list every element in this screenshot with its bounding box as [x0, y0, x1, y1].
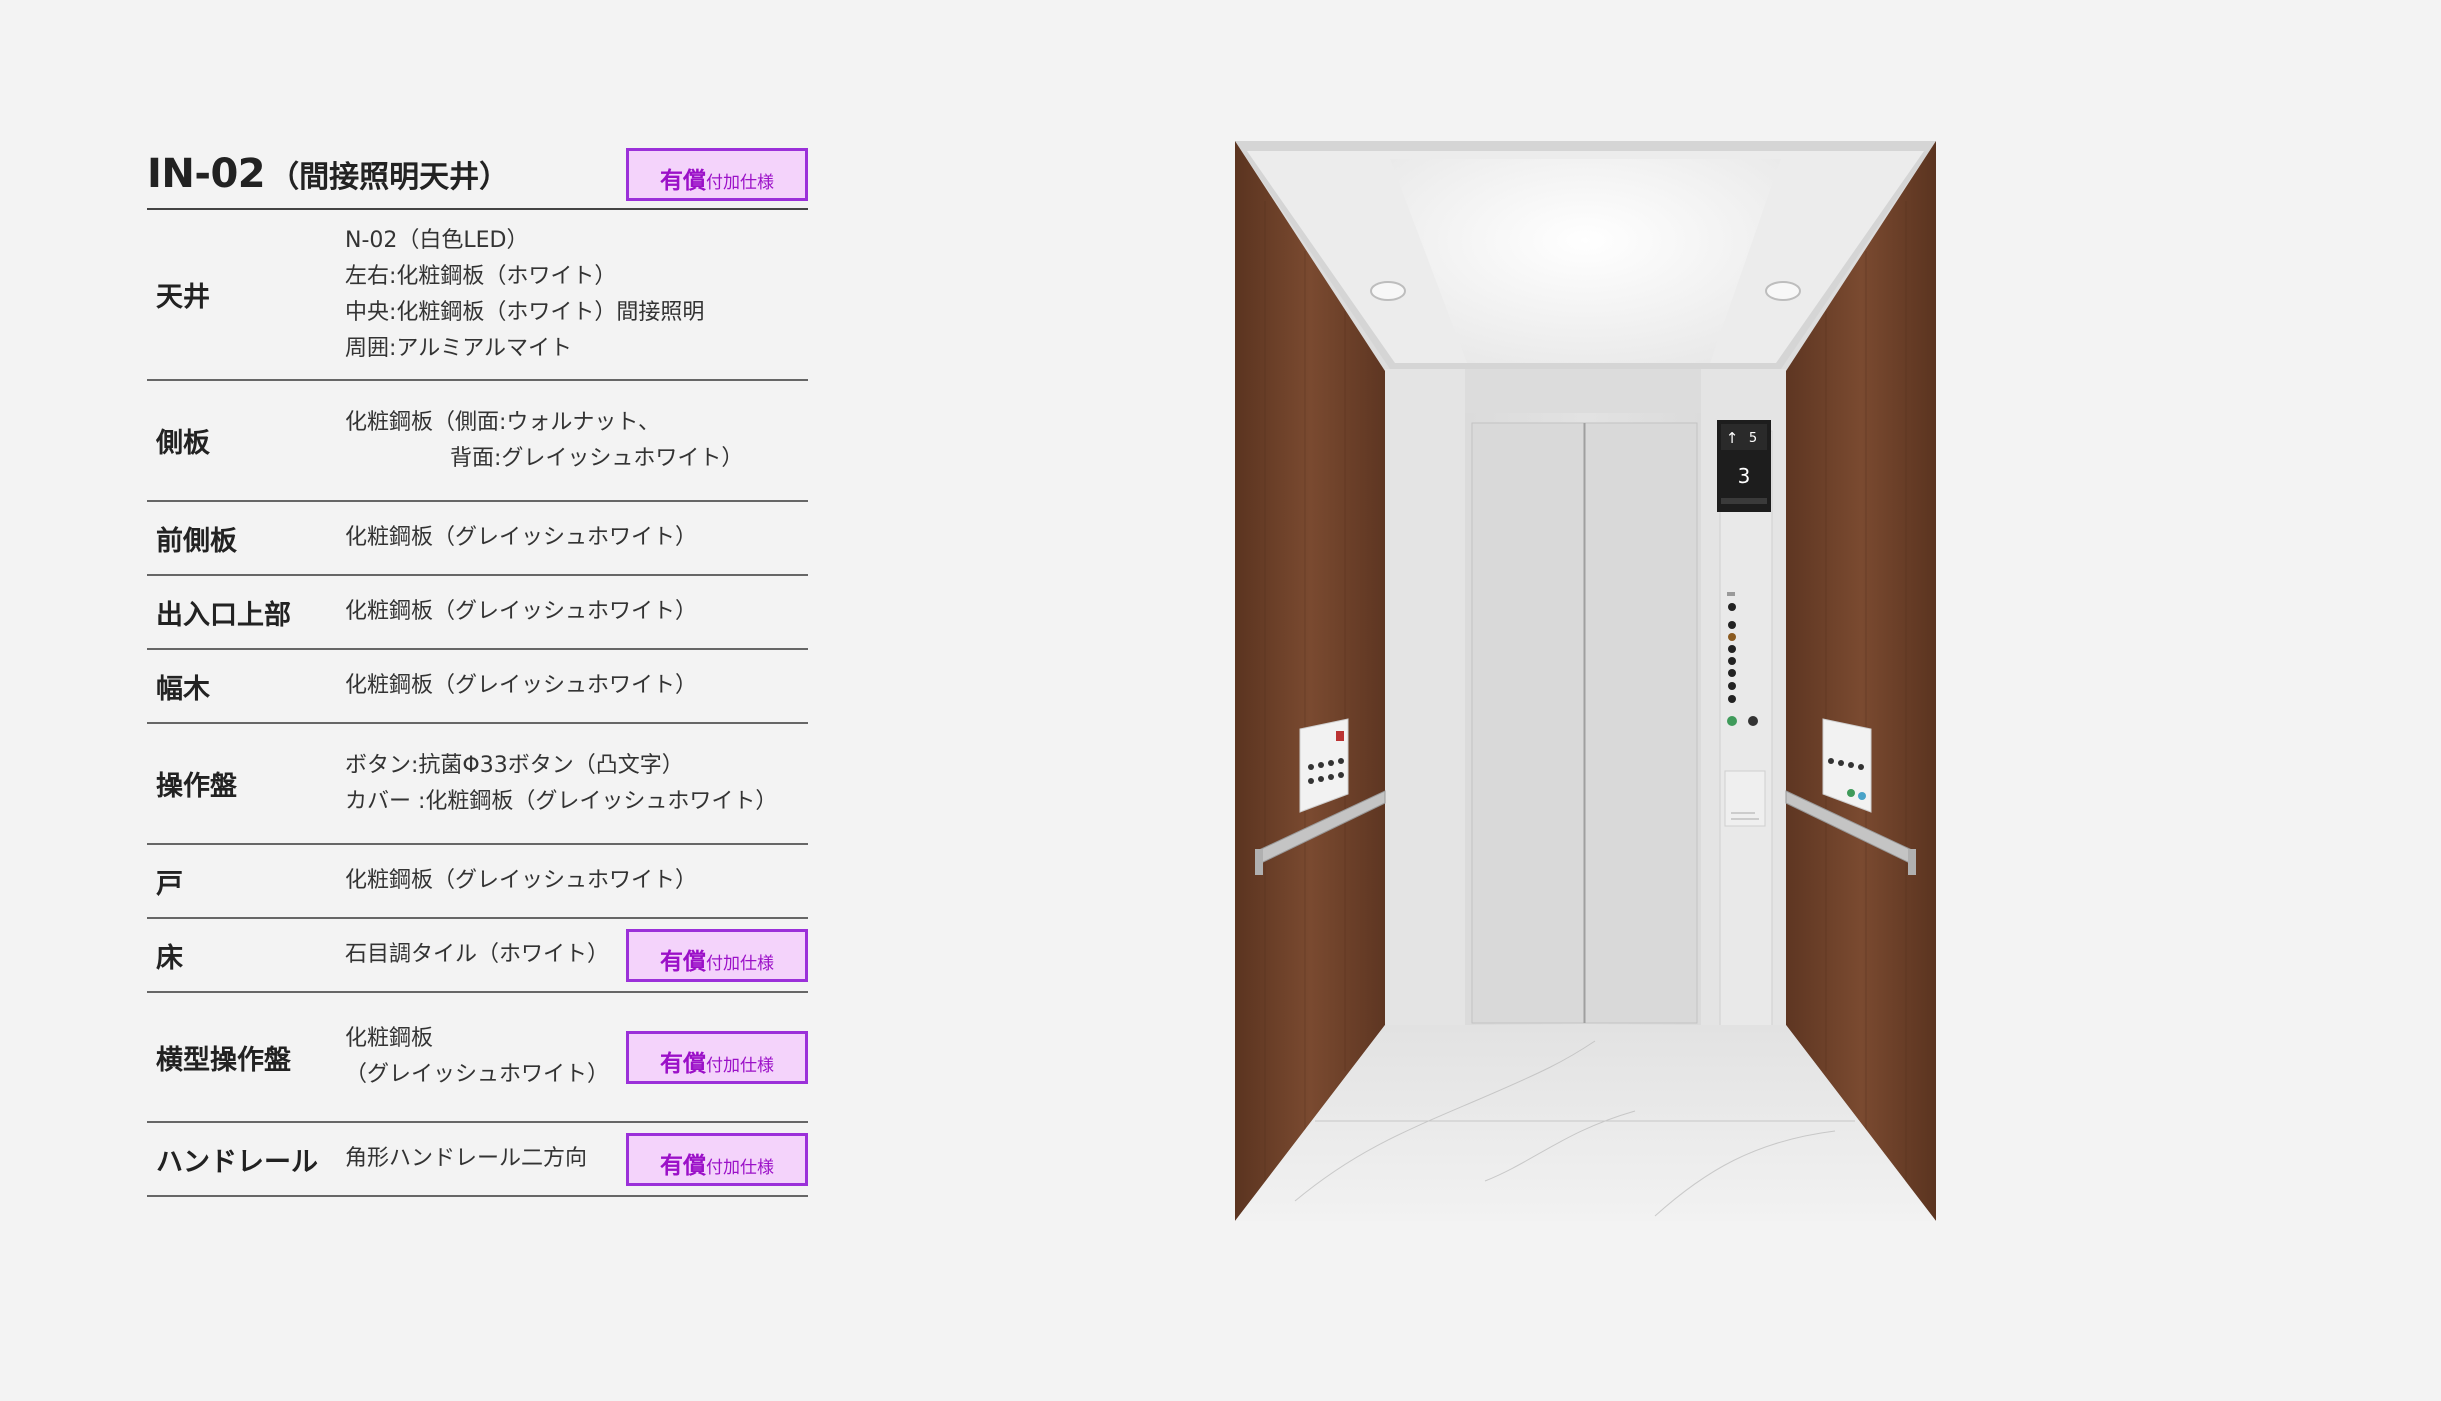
- spec-label: 側板: [156, 428, 210, 459]
- spec-value-line: ボタン:抗菌Φ33ボタン（凸文字）: [345, 752, 684, 778]
- spec-row-handrail: ハンドレール 角形ハンドレール二方向 有償 付加仕様: [147, 1123, 808, 1197]
- badge-sub-text: 付加仕様: [706, 953, 774, 974]
- badge-sub-text: 付加仕様: [706, 1055, 774, 1076]
- badge-main-text: 有償: [660, 1152, 706, 1179]
- spec-label: 前側板: [156, 525, 237, 557]
- paid-option-badge: 有償 付加仕様: [626, 147, 808, 201]
- spec-label: 出入口上部: [156, 599, 291, 631]
- spec-value-line: 化粧鋼板（側面:ウォルナット、: [345, 409, 660, 435]
- car-operating-panel: [1719, 430, 1773, 1027]
- spec-label: 幅木: [156, 673, 210, 705]
- spec-value: 化粧鋼板（グレイッシュホワイト）: [345, 594, 808, 630]
- spec-label: 床: [156, 942, 183, 974]
- paid-option-badge: 有償 付加仕様: [626, 1132, 808, 1186]
- spec-value: 化粧鋼板（グレイッシュホワイト）: [345, 520, 808, 556]
- spec-value-line: 周囲:アルミアルマイト: [345, 335, 572, 361]
- elevator-interior-image: ↑ 5 3: [1235, 141, 1936, 1221]
- spec-panel: IN-02 （間接照明天井） 有償 付加仕様 天井 N-02（白色LED） 左右:…: [147, 140, 808, 1197]
- badge-sub-text: 付加仕様: [706, 1157, 774, 1178]
- spec-row-baseboard: 幅木 化粧鋼板（グレイッシュホワイト）: [147, 650, 808, 724]
- downlight: [1765, 281, 1801, 301]
- spec-row-horizontal-control-panel: 横型操作盤 化粧鋼板 （グレイッシュホワイト） 有償 付加仕様: [147, 993, 808, 1123]
- spec-value: 化粧鋼板（グレイッシュホワイト）: [345, 668, 808, 704]
- spec-row-floor: 床 石目調タイル（ホワイト） 有償 付加仕様: [147, 919, 808, 993]
- front-return-left: [1385, 369, 1465, 1025]
- model-code: IN-02: [147, 151, 266, 197]
- spec-value-line: 角形ハンドレール二方向: [345, 1146, 588, 1171]
- spec-value-line: 化粧鋼板（グレイッシュホワイト）: [345, 673, 698, 698]
- downlight: [1370, 281, 1406, 301]
- next-floor-number: 5: [1749, 431, 1757, 446]
- spec-value: 化粧鋼板（グレイッシュホワイト）: [345, 863, 808, 899]
- spec-row-entrance-top: 出入口上部 化粧鋼板（グレイッシュホワイト）: [147, 576, 808, 650]
- spec-row-front-panel: 前側板 化粧鋼板（グレイッシュホワイト）: [147, 502, 808, 576]
- badge-main-text: 有償: [660, 1050, 706, 1077]
- spec-value-line: 背面:グレイッシュホワイト）: [450, 445, 744, 471]
- spec-value: 角形ハンドレール二方向: [345, 1141, 626, 1177]
- spec-header: IN-02 （間接照明天井） 有償 付加仕様: [147, 140, 808, 210]
- spec-row-ceiling: 天井 N-02（白色LED） 左右:化粧鋼板（ホワイト） 中央:化粧鋼板（ホワイ…: [147, 210, 808, 381]
- elevator-door-right: [1584, 422, 1698, 1024]
- page-title: IN-02 （間接照明天井）: [147, 151, 509, 197]
- spec-value: ボタン:抗菌Φ33ボタン（凸文字） カバー :化粧鋼板（グレイッシュホワイト）: [345, 748, 808, 820]
- spec-value: 化粧鋼板（側面:ウォルナット、 背面:グレイッシュホワイト）: [345, 405, 808, 477]
- spec-label: 操作盤: [156, 771, 237, 802]
- spec-label: 戸: [156, 868, 183, 900]
- spec-value-line: 化粧鋼板: [345, 1026, 434, 1051]
- direction-arrow: ↑: [1726, 429, 1739, 447]
- spec-value-line: 中央:化粧鋼板（ホワイト）間接照明: [345, 299, 705, 325]
- spec-value-line: 化粧鋼板（グレイッシュホワイト）: [345, 868, 698, 893]
- badge-sub-text: 付加仕様: [706, 172, 774, 193]
- spec-value: 化粧鋼板 （グレイッシュホワイト）: [345, 1021, 626, 1093]
- spec-value-line: N-02（白色LED）: [345, 227, 529, 253]
- spec-label: ハンドレール: [156, 1146, 318, 1178]
- spec-value-line: 石目調タイル（ホワイト）: [345, 942, 610, 967]
- spec-label: 天井: [156, 282, 210, 313]
- spec-row-side-panel: 側板 化粧鋼板（側面:ウォルナット、 背面:グレイッシュホワイト）: [147, 381, 808, 502]
- spec-value-line: （グレイッシュホワイト）: [345, 1062, 610, 1087]
- spec-value-line: 化粧鋼板（グレイッシュホワイト）: [345, 599, 698, 624]
- spec-value-line: 化粧鋼板（グレイッシュホワイト）: [345, 525, 698, 550]
- badge-main-text: 有償: [660, 167, 706, 194]
- spec-value-line: 左右:化粧鋼板（ホワイト）: [345, 263, 617, 289]
- spec-row-door: 戸 化粧鋼板（グレイッシュホワイト）: [147, 845, 808, 919]
- spec-label: 横型操作盤: [156, 1044, 291, 1076]
- spec-value: 石目調タイル（ホワイト）: [345, 937, 626, 973]
- paid-option-badge: 有償 付加仕様: [626, 1030, 808, 1084]
- spec-value: N-02（白色LED） 左右:化粧鋼板（ホワイト） 中央:化粧鋼板（ホワイト）間…: [345, 223, 808, 367]
- spec-value-line: カバー :化粧鋼板（グレイッシュホワイト）: [345, 788, 778, 814]
- badge-main-text: 有償: [660, 948, 706, 975]
- paid-option-badge: 有償 付加仕様: [626, 928, 808, 982]
- spec-row-control-panel: 操作盤 ボタン:抗菌Φ33ボタン（凸文字） カバー :化粧鋼板（グレイッシュホワ…: [147, 724, 808, 845]
- elevator-door-left: [1471, 422, 1585, 1024]
- current-floor-number: 3: [1738, 464, 1751, 488]
- model-subtitle: （間接照明天井）: [269, 160, 510, 195]
